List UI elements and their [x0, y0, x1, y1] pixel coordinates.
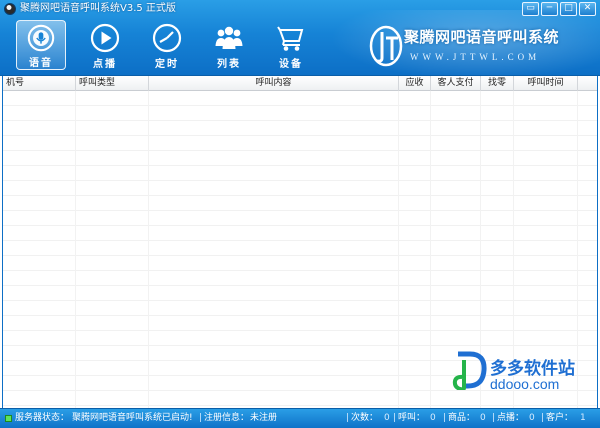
column-divider [398, 91, 399, 408]
column-header-filler [578, 76, 597, 91]
server-status-value: 聚腾网吧语音呼叫系统已启动! [72, 413, 193, 423]
count-label-clients: 客户： [546, 413, 574, 423]
count-value-goods: 0 [480, 413, 486, 423]
play-icon [90, 23, 120, 53]
toolbar-voice-button[interactable]: 语音 [16, 20, 66, 70]
table-row[interactable] [3, 106, 597, 121]
table-row[interactable] [3, 286, 597, 301]
table-row[interactable] [3, 271, 597, 286]
column-header-call-type[interactable]: 呼叫类型 [76, 76, 149, 91]
status-bar: 服务器状态： 聚腾网吧语音呼叫系统已启动! | 注册信息： 未注册 | 次数： … [0, 408, 600, 428]
column-divider [148, 91, 149, 408]
column-header-machine-no[interactable]: 机号 [3, 76, 76, 91]
window-controls: ▭ ─ □ ✕ [522, 2, 596, 16]
watermark-url: ddooo.com [490, 376, 560, 392]
close-button[interactable]: ✕ [579, 2, 596, 16]
table-row[interactable] [3, 166, 597, 181]
toolbar-device-button[interactable]: 设备 [266, 20, 316, 70]
clock-icon [152, 23, 182, 53]
voice-icon [27, 24, 55, 52]
status-separator: | [492, 413, 496, 423]
count-label-times: 次数： [351, 413, 379, 423]
maximize-button[interactable]: □ [560, 2, 577, 16]
table-row[interactable] [3, 151, 597, 166]
status-separator: | [346, 413, 350, 423]
column-header-customer-paid[interactable]: 客人支付 [431, 76, 481, 91]
brand-name: 聚腾网吧语音呼叫系统 [404, 28, 560, 46]
column-divider [430, 91, 431, 408]
table-row[interactable] [3, 256, 597, 271]
title-bar: 聚腾网吧语音呼叫系统V3.5 正式版 ▭ ─ □ ✕ 语音 点播 定时 列表 设… [0, 0, 600, 76]
minimize-button[interactable]: ─ [541, 2, 558, 16]
status-separator: | [393, 413, 397, 423]
window-title: 聚腾网吧语音呼叫系统V3.5 正式版 [20, 3, 176, 14]
watermark-logo-icon [452, 351, 487, 390]
column-header-receivable[interactable]: 应收 [399, 76, 431, 91]
table-row[interactable] [3, 241, 597, 256]
toolbar-list-label: 列表 [217, 59, 241, 70]
column-divider [75, 91, 76, 408]
server-status-indicator-icon [5, 415, 12, 422]
cart-icon [277, 26, 304, 51]
table-row[interactable] [3, 226, 597, 241]
count-value-clients: 1 [580, 413, 586, 423]
watermark: 多多软件站 ddooo.com [452, 350, 592, 400]
app-icon[interactable] [4, 3, 16, 15]
table-row[interactable] [3, 196, 597, 211]
users-icon [215, 26, 243, 49]
status-separator: | [443, 413, 447, 423]
column-header-change[interactable]: 找零 [481, 76, 514, 91]
table-row[interactable] [3, 91, 597, 106]
count-value-calls: 0 [430, 413, 436, 423]
column-header-call-content[interactable]: 呼叫内容 [149, 76, 399, 91]
count-value-vod: 0 [529, 413, 535, 423]
status-separator: | [541, 413, 545, 423]
column-header-call-time[interactable]: 呼叫时间 [514, 76, 578, 91]
table-row[interactable] [3, 121, 597, 136]
brand-url: WWW.JTTWL.COM [410, 52, 541, 62]
registration-label: 注册信息： [204, 413, 250, 423]
table-header: 机号 呼叫类型 呼叫内容 应收 客人支付 找零 呼叫时间 [3, 76, 597, 91]
server-status-label: 服务器状态： [15, 413, 70, 423]
status-separator: | [199, 413, 203, 423]
toolbar-play-button[interactable]: 点播 [80, 20, 130, 70]
table-row[interactable] [3, 211, 597, 226]
table-row[interactable] [3, 316, 597, 331]
toolbar-voice-label: 语音 [29, 58, 53, 69]
table-row[interactable] [3, 136, 597, 151]
toolbar-timer-label: 定时 [155, 59, 179, 70]
toolbar-timer-button[interactable]: 定时 [142, 20, 192, 70]
count-label-calls: 呼叫： [398, 413, 426, 423]
count-label-goods: 商品： [448, 413, 476, 423]
table-row[interactable] [3, 331, 597, 346]
skin-button[interactable]: ▭ [522, 2, 539, 16]
table-row[interactable] [3, 181, 597, 196]
registration-value: 未注册 [250, 413, 278, 423]
table-row[interactable] [3, 301, 597, 316]
count-label-vod: 点播： [497, 413, 525, 423]
toolbar-play-label: 点播 [93, 59, 117, 70]
toolbar-list-button[interactable]: 列表 [204, 20, 254, 70]
brand-logo-icon [369, 25, 403, 67]
toolbar-device-label: 设备 [279, 59, 303, 70]
count-value-times: 0 [384, 413, 390, 423]
